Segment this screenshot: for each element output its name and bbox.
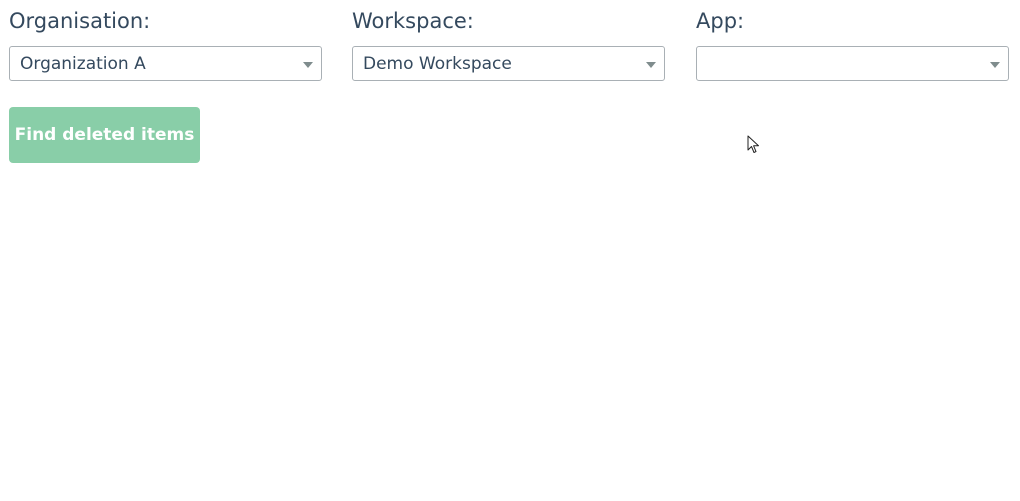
organisation-label: Organisation:: [9, 9, 151, 33]
pointer-cursor-icon: [747, 135, 759, 153]
workspace-selected-value: Demo Workspace: [363, 54, 512, 74]
workspace-label: Workspace:: [352, 9, 474, 33]
chevron-down-icon[interactable]: [990, 62, 1000, 68]
app-label: App:: [696, 9, 745, 33]
chevron-down-icon[interactable]: [646, 62, 656, 68]
organisation-selected-value: Organization A: [20, 54, 146, 74]
chevron-down-icon[interactable]: [303, 62, 313, 68]
workspace-select[interactable]: Demo Workspace: [352, 46, 665, 81]
organisation-select[interactable]: Organization A: [9, 46, 322, 81]
find-deleted-items-button[interactable]: Find deleted items: [9, 107, 200, 163]
app-select[interactable]: [696, 46, 1009, 81]
